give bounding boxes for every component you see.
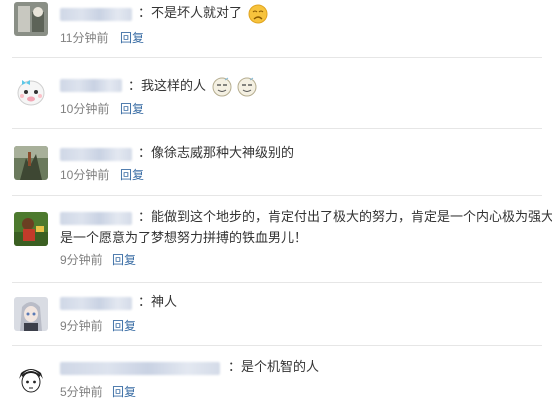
comment-time: 10分钟前	[60, 168, 110, 182]
reply-link[interactable]: 回复	[120, 101, 144, 117]
divider	[12, 345, 542, 346]
tired-face-emoji	[212, 77, 232, 97]
divider	[12, 128, 542, 129]
comment-text: ：不是坏人就对了	[138, 5, 243, 20]
reply-link[interactable]: 回复	[120, 167, 144, 183]
user-avatar[interactable]	[14, 363, 48, 397]
tired-face-emoji	[237, 77, 257, 97]
comment-text: ：能做到这个地步的，肯定付出了极大的努力，肯定是一个内心极为强大，	[138, 209, 552, 224]
reply-link[interactable]: 回复	[112, 318, 136, 334]
reply-link[interactable]: 回复	[112, 252, 136, 268]
username[interactable]	[60, 362, 220, 375]
user-avatar[interactable]	[14, 297, 48, 331]
user-avatar[interactable]	[14, 74, 48, 108]
comment-time: 9分钟前	[60, 253, 103, 267]
username[interactable]	[60, 79, 122, 92]
divider	[12, 57, 542, 58]
user-avatar[interactable]	[14, 146, 48, 180]
comment-text-continued: 是一个愿意为了梦想努力拼搏的铁血男儿！	[60, 230, 308, 245]
username[interactable]	[60, 212, 132, 225]
comment-text: ：像徐志威那种大神级别的	[138, 145, 295, 160]
username[interactable]	[60, 148, 132, 161]
comment-text: ：神人	[138, 294, 178, 309]
user-avatar[interactable]	[14, 2, 48, 36]
comment-time: 9分钟前	[60, 319, 103, 333]
comment-time: 10分钟前	[60, 102, 110, 116]
sad-face-emoji	[248, 4, 268, 24]
user-avatar[interactable]	[14, 212, 48, 246]
comment-text: ：我这样的人	[128, 78, 207, 93]
comment-time: 11分钟前	[60, 31, 109, 45]
username[interactable]	[60, 8, 132, 21]
reply-link[interactable]: 回复	[120, 30, 144, 46]
reply-link[interactable]: 回复	[112, 384, 136, 400]
divider	[12, 195, 542, 196]
comment-text: ：是个机智的人	[228, 359, 320, 374]
divider	[12, 282, 542, 283]
username[interactable]	[60, 297, 132, 310]
comment-time: 5分钟前	[60, 385, 103, 399]
